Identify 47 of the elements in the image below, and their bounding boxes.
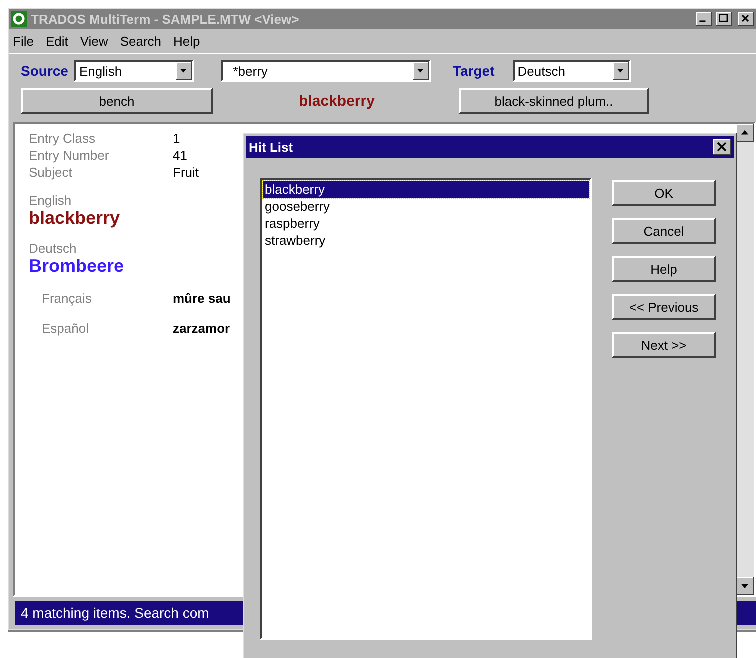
previous-entry-button[interactable]: bench [21, 88, 213, 114]
menu-item[interactable]: File [13, 34, 34, 49]
source-label: Source [21, 63, 68, 79]
menu-item[interactable]: Edit [46, 34, 68, 49]
term: Brombeere [29, 256, 124, 277]
close-icon[interactable] [738, 12, 754, 26]
current-term: blackberry [298, 92, 376, 110]
term: mûre sau [173, 291, 232, 307]
scroll-up-icon[interactable] [736, 124, 754, 142]
window-title: TRADOS MultiTerm - SAMPLE.MTW <View> [31, 12, 300, 26]
field-value: Fruit [173, 164, 199, 181]
hit-list[interactable]: blackberry gooseberry raspberry strawberry [260, 178, 592, 640]
target-dropdown[interactable]: Deutsch [512, 60, 631, 82]
language-label: Français [42, 291, 92, 307]
language-label: Deutsch [29, 241, 77, 256]
dialog-title: Hit List [249, 140, 294, 154]
next-entry-button[interactable]: black-skinned plum.. [459, 88, 649, 114]
scroll-down-icon[interactable] [736, 577, 754, 595]
list-item[interactable]: strawberry [263, 232, 589, 249]
app-icon [11, 11, 27, 27]
target-label: Target [453, 63, 495, 79]
dialog-button[interactable]: OK [612, 180, 716, 206]
field-value: 41 [173, 147, 188, 164]
field-label: Entry Number [29, 147, 110, 164]
term: zarzamor [173, 321, 232, 337]
language-label: Español [42, 321, 89, 337]
minimize-icon[interactable] [696, 12, 712, 26]
menu-item[interactable]: Search [120, 34, 162, 49]
close-icon[interactable] [713, 139, 731, 155]
dialog-button[interactable]: Help [612, 256, 716, 282]
term: blackberry [29, 208, 120, 229]
maximize-icon[interactable] [716, 12, 732, 26]
dialog-button[interactable]: Next >> [612, 332, 716, 358]
field-label: Subject [29, 164, 72, 181]
menu-item[interactable]: Help [174, 34, 200, 49]
scrollbar[interactable] [736, 124, 754, 595]
dialog-button[interactable]: << Previous [612, 294, 716, 320]
search-dropdown[interactable]: *berry [221, 60, 431, 82]
field-value: 1 [173, 130, 180, 147]
list-item[interactable]: blackberry [263, 181, 589, 198]
menu-item[interactable]: View [80, 34, 108, 49]
field-label: Entry Class [29, 130, 96, 147]
language-label: English [29, 193, 72, 208]
list-item[interactable]: gooseberry [263, 198, 589, 215]
dialog-button[interactable]: Cancel [612, 218, 716, 244]
source-dropdown[interactable]: English [74, 60, 194, 82]
list-item[interactable]: raspberry [263, 215, 589, 232]
